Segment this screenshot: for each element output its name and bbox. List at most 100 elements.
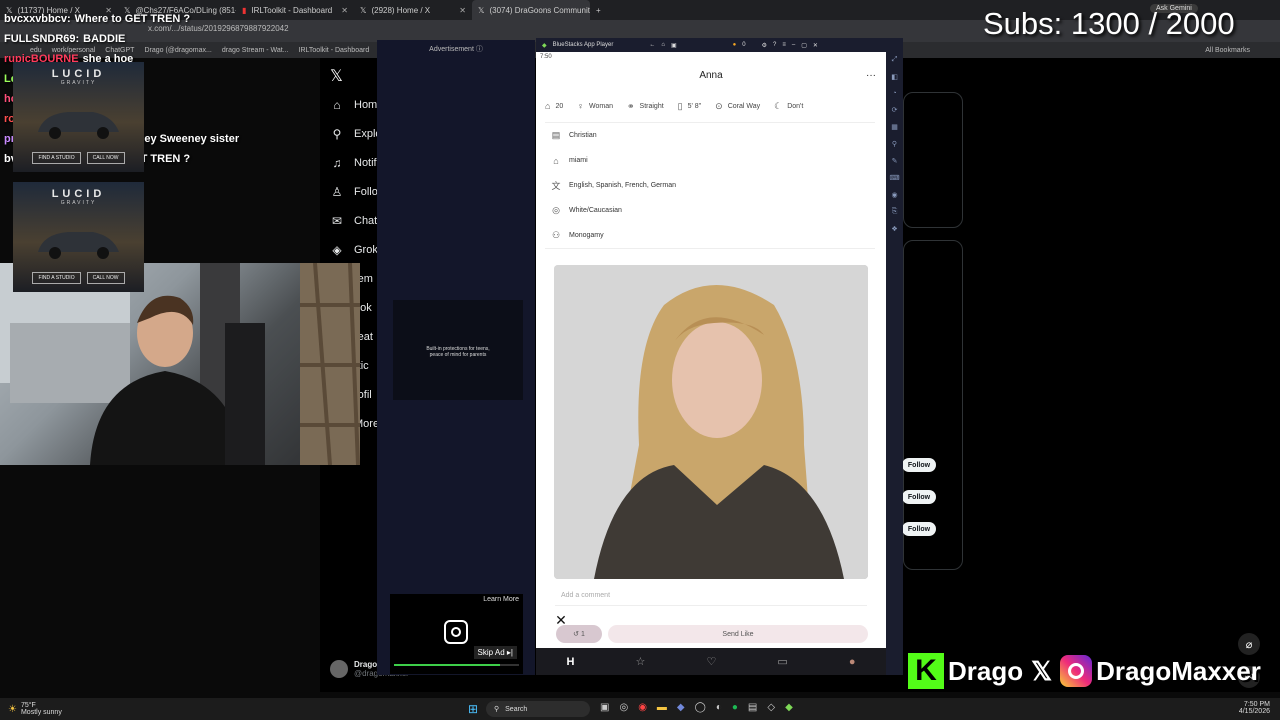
video-ad-caption: Built-in protections for teens, peace of… — [426, 346, 490, 358]
kick-logo-icon: K — [908, 653, 944, 689]
send-like-button[interactable]: Send Like — [608, 625, 868, 643]
video-ad[interactable]: Built-in protections for teens, peace of… — [393, 300, 523, 400]
language-icon: 文 — [551, 181, 561, 191]
bluestacks-logo-icon: ◆ — [542, 42, 547, 49]
tool-icon[interactable]: ◧ — [891, 73, 898, 81]
ad-card-lucid[interactable]: LUCID GRAVITY FIND A STUDIO CALL NOW — [13, 62, 144, 172]
more-options-icon[interactable]: ··· — [866, 64, 876, 88]
call-now-button[interactable]: CALL NOW — [86, 152, 125, 164]
profile-header: Anna ··· — [536, 64, 886, 88]
rewind-count: 1 — [580, 630, 585, 638]
chrome-icon[interactable]: ◉ — [638, 702, 647, 713]
home-icon: ⌂ — [553, 155, 559, 166]
tool-icon[interactable]: ⤢ — [892, 56, 898, 64]
tool-icon[interactable]: ⚲ — [892, 140, 897, 148]
all-bookmarks-link[interactable]: All Bookmarks — [1205, 47, 1250, 54]
nav-item-chat[interactable]: ✉ Chat — [325, 206, 385, 235]
find-studio-button[interactable]: FIND A STUDIO — [32, 152, 81, 164]
back-icon[interactable]: ← — [649, 42, 655, 48]
call-now-button[interactable]: CALL NOW — [86, 272, 125, 284]
browser-tab-active[interactable]: 𝕏(3074) DraGoons Community /✕ — [472, 0, 590, 20]
tool-icon[interactable]: ▦ — [891, 123, 898, 131]
help-icon[interactable]: ? — [773, 42, 776, 48]
system-clock[interactable]: 7:50 PM 4/15/2026 — [1239, 701, 1270, 715]
profile-detail-label: English, Spanish, French, German — [569, 182, 676, 189]
profile-detail-row: ⌂ miami — [551, 148, 871, 173]
explorer-icon[interactable]: ▬ — [657, 702, 667, 713]
profile-detail-row: 文 English, Spanish, French, German — [551, 173, 871, 198]
nav-item-explore[interactable]: ⚲ Explo — [325, 119, 385, 148]
copilot-icon[interactable]: ◎ — [619, 702, 628, 713]
nav-item-home[interactable]: ⌂ Home — [325, 90, 385, 119]
app-bottom-nav: H ☆ ♡ ▭ ● — [536, 648, 886, 675]
rewind-button[interactable]: ↺ 1 — [556, 625, 602, 643]
car-image — [38, 112, 119, 139]
follow-button[interactable]: Follow — [902, 490, 936, 504]
tool-icon[interactable]: ◔ — [892, 90, 896, 97]
spotify-icon[interactable]: ● — [732, 702, 738, 713]
chat-username[interactable]: bvcxxvbbcv: — [4, 13, 71, 25]
ad-brand: LUCID — [51, 68, 106, 80]
weather-desc: Mostly sunny — [20, 709, 62, 716]
location-icon: ⊙ — [715, 100, 723, 111]
right-panel-card — [903, 240, 963, 570]
menu-icon[interactable]: ≡ — [782, 42, 786, 48]
close-tab-icon[interactable]: ✕ — [459, 6, 466, 15]
tool-icon[interactable]: ◉ — [891, 191, 897, 199]
discord-icon[interactable]: ◆ — [677, 702, 685, 713]
profile-attribute: ▯ 5' 8" — [678, 101, 702, 112]
settings-icon[interactable]: ⚙ — [762, 42, 767, 49]
close-icon[interactable]: ✕ — [813, 42, 818, 49]
browser-tab[interactable]: 𝕏 (2928) Home / X ✕ — [354, 0, 472, 20]
find-studio-button[interactable]: FIND A STUDIO — [32, 272, 81, 284]
learn-more-link[interactable]: Learn More — [483, 596, 519, 603]
tabs-icon[interactable]: ▣ — [671, 42, 677, 49]
nav-item-grok[interactable]: ◈ Grok — [325, 235, 385, 264]
instagram-logo-icon — [1060, 655, 1093, 687]
tool-icon[interactable]: ⌨ — [889, 174, 899, 182]
steam-icon[interactable]: ◐ — [716, 702, 722, 713]
app-icon[interactable]: ◇ — [767, 702, 775, 713]
windows-start-icon[interactable]: ⊞ — [468, 702, 478, 716]
tool-icon[interactable]: ⟳ — [892, 106, 898, 114]
nav-item-follow[interactable]: ♙ Follo — [325, 177, 385, 206]
follow-button[interactable]: Follow — [902, 458, 936, 472]
likes-icon[interactable]: ♡ — [706, 655, 716, 668]
chat-username[interactable]: FULLSNDR69: — [4, 33, 79, 45]
clock-time: 7:50 PM — [1243, 701, 1270, 708]
home-icon[interactable]: ⌂ — [661, 42, 665, 48]
ad-brand: LUCID — [51, 188, 106, 200]
messages-icon[interactable]: ▭ — [777, 655, 787, 668]
maximize-icon[interactable]: ▢ — [801, 42, 807, 49]
profile-detail-label: miami — [569, 157, 588, 164]
tool-icon[interactable]: ✎ — [892, 157, 898, 165]
ad-card-lucid[interactable]: LUCID GRAVITY FIND A STUDIO CALL NOW — [13, 182, 144, 292]
star-icon[interactable]: ☆ — [636, 655, 646, 668]
sun-icon: ☀ — [8, 703, 17, 715]
profile-photo[interactable] — [554, 265, 868, 579]
taskbar-search[interactable]: ⚲ Search — [486, 701, 590, 717]
tool-icon[interactable]: ❖ — [891, 225, 897, 233]
profile-avatar-icon[interactable]: ● — [849, 656, 856, 668]
ad-header: Advertisement ⓘ — [429, 46, 483, 53]
minimize-icon[interactable]: – — [792, 42, 795, 48]
weather-widget[interactable]: ☀ 75°F Mostly sunny — [8, 702, 62, 716]
profile-attribute-row: ⌂ 20 ♀ Woman ⚭ Straight ▯ 5' 8" ⊙ Coral Way ☾ Don't — [545, 96, 875, 116]
notes-icon[interactable]: ▤ — [748, 702, 757, 713]
tool-icon[interactable]: ⎘ — [892, 208, 898, 216]
new-tab-button[interactable]: + — [590, 0, 610, 20]
instagram-ad[interactable]: Learn More Skip Ad ▸| — [390, 594, 523, 674]
comment-input[interactable]: Add a comment — [555, 588, 867, 606]
bluestacks-task-icon[interactable]: ◆ — [785, 702, 793, 713]
nav-item-notifications[interactable]: ♫ Notif — [325, 148, 385, 177]
task-view-icon[interactable]: ▣ — [600, 702, 609, 713]
hinge-home-icon[interactable]: H — [567, 656, 575, 668]
close-tab-icon[interactable]: ✕ — [341, 6, 348, 15]
webcam-feed — [0, 263, 360, 465]
skip-ad-button[interactable]: Skip Ad ▸| — [473, 646, 517, 659]
grok-icon: ◈ — [332, 242, 342, 257]
nav-label: Chat — [354, 214, 378, 227]
follow-button[interactable]: Follow — [902, 522, 936, 536]
obs-icon[interactable]: ◯ — [695, 702, 706, 713]
profile-detail-row: ▤ Christian — [551, 123, 871, 148]
